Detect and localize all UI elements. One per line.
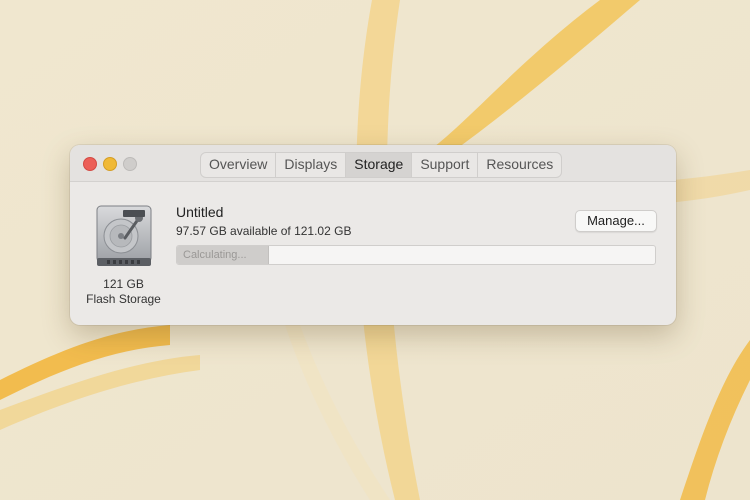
volume-availability: 97.57 GB available of 121.02 GB bbox=[176, 224, 352, 238]
disk-type: Flash Storage bbox=[86, 292, 161, 306]
tab-storage[interactable]: Storage bbox=[346, 153, 413, 177]
about-this-mac-window: Overview Displays Storage Support Resour… bbox=[70, 145, 676, 325]
storage-pane: 121 GB Flash Storage Untitled 97.57 GB a… bbox=[70, 182, 676, 325]
hard-drive-icon bbox=[96, 205, 152, 266]
volume-name: Untitled bbox=[176, 204, 224, 220]
disk-capacity: 121 GB bbox=[103, 277, 144, 291]
tab-overview[interactable]: Overview bbox=[201, 153, 277, 177]
tab-bar: Overview Displays Storage Support Resour… bbox=[200, 152, 563, 178]
close-button[interactable] bbox=[83, 157, 97, 171]
tab-resources[interactable]: Resources bbox=[478, 153, 561, 177]
tab-displays[interactable]: Displays bbox=[276, 153, 347, 177]
minimize-button[interactable] bbox=[103, 157, 117, 171]
storage-usage-bar: Calculating... bbox=[176, 245, 656, 265]
zoom-button bbox=[123, 157, 137, 171]
title-bar: Overview Displays Storage Support Resour… bbox=[70, 145, 676, 182]
tab-support[interactable]: Support bbox=[412, 153, 479, 177]
storage-bar-status: Calculating... bbox=[183, 249, 247, 261]
manage-button[interactable]: Manage... bbox=[575, 210, 657, 232]
